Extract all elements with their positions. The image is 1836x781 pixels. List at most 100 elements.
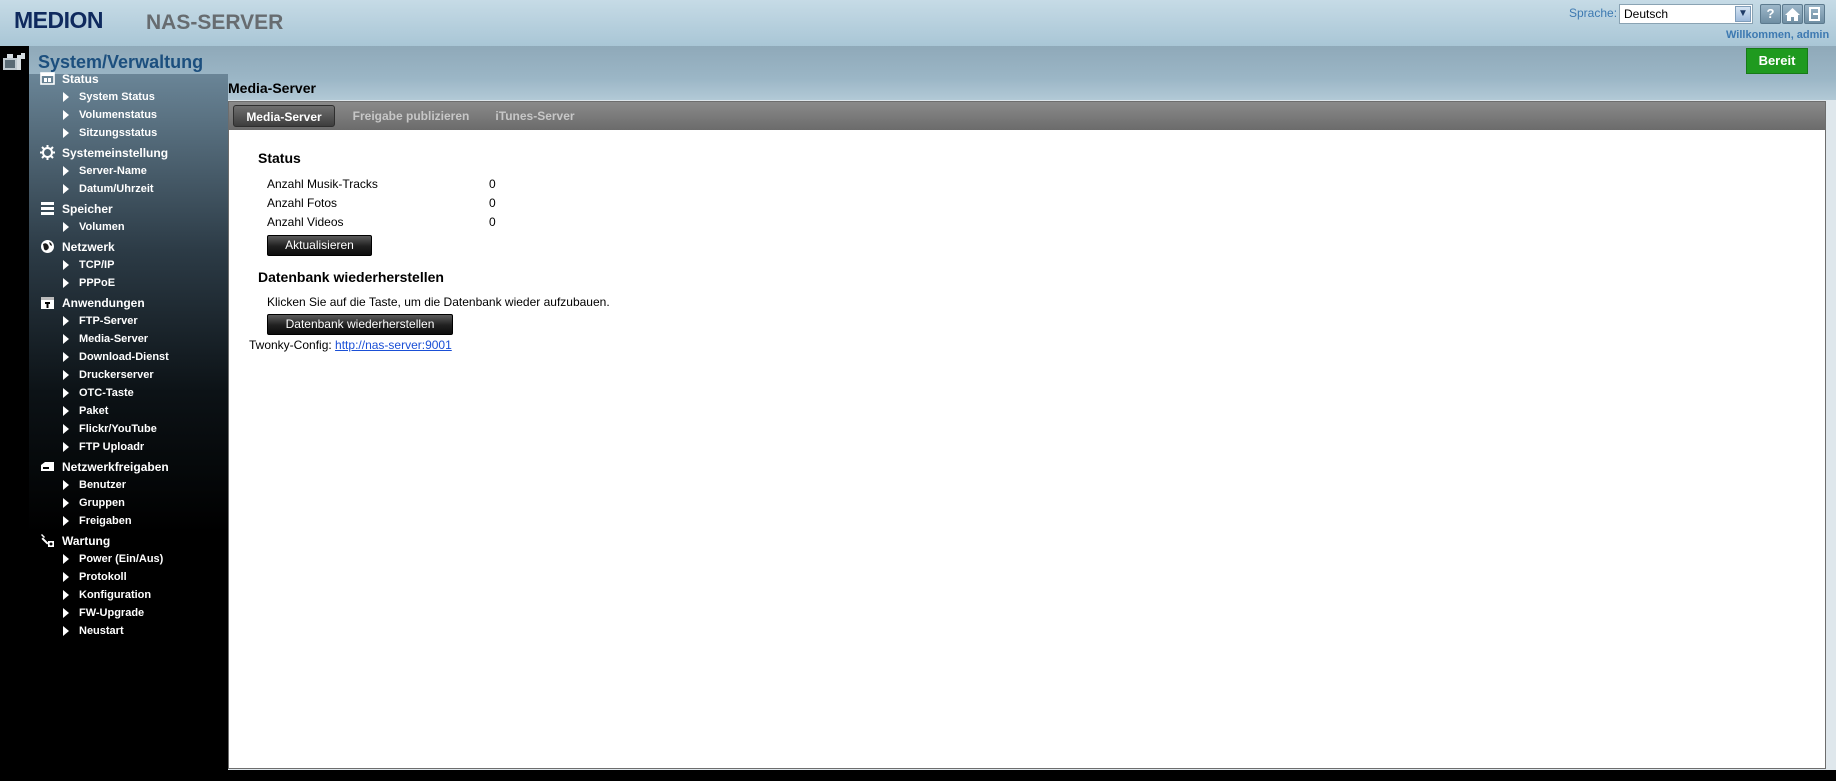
sidebar-section-systemeinstellung[interactable]: Systemeinstellung [29, 142, 228, 162]
section-label: Anwendungen [62, 296, 145, 310]
sidebar-item-freigaben[interactable]: Freigaben [29, 511, 228, 531]
twonky-config-link[interactable]: http://nas-server:9001 [335, 338, 452, 352]
sidebar-item-media-server[interactable]: Media-Server [29, 329, 228, 349]
sidebar-item-paket[interactable]: Paket [29, 401, 228, 421]
arrow-right-icon [63, 334, 69, 344]
sidebar-item-druckerserver[interactable]: Druckerserver [29, 365, 228, 385]
sidebar-section-netzwerk[interactable]: Netzwerk [29, 236, 228, 256]
arrow-right-icon [63, 352, 69, 362]
sidebar-item-label: Freigaben [79, 515, 132, 527]
sidebar-section-status[interactable]: Status [29, 68, 228, 88]
sidebar-item-label: Benutzer [79, 479, 127, 491]
music-tracks-label: Anzahl Musik-Tracks [267, 177, 378, 191]
sidebar-item-protokoll[interactable]: Protokoll [29, 567, 228, 587]
sidebar-item-tcp-ip[interactable]: TCP/IP [29, 255, 228, 275]
sidebar-item-konfiguration[interactable]: Konfiguration [29, 585, 228, 605]
product-name: NAS-SERVER [146, 11, 284, 34]
header-bar: MEDION NAS-SERVER Sprache: Deutsch ▼ ? W… [0, 0, 1836, 46]
sidebar-item-system-status[interactable]: System Status [29, 87, 228, 107]
arrow-right-icon [63, 554, 69, 564]
sidebar-item-label: Power (Ein/Aus) [79, 553, 164, 565]
sidebar-item-server-name[interactable]: Server-Name [29, 161, 228, 181]
storage-icon [41, 202, 54, 215]
section-label: Netzwerk [62, 240, 115, 254]
language-label: Sprache: [1569, 6, 1618, 20]
sidebar-section-wartung[interactable]: Wartung [29, 530, 228, 550]
sidebar-item-label: Gruppen [79, 497, 125, 509]
section-label: Speicher [62, 202, 113, 216]
sidebar-section-netzwerkfreigaben[interactable]: Netzwerkfreigaben [29, 456, 228, 476]
content-area: Media-Server Media-Server Freigabe publi… [228, 80, 1836, 781]
medion-logo: MEDION [14, 7, 104, 33]
sidebar-item-benutzer[interactable]: Benutzer [29, 475, 228, 495]
sidebar-item-fw-upgrade[interactable]: FW-Upgrade [29, 603, 228, 623]
arrow-right-icon [63, 222, 69, 232]
help-icon[interactable]: ? [1760, 4, 1781, 24]
arrow-right-icon [63, 370, 69, 380]
sidebar-item-datum-uhrzeit[interactable]: Datum/Uhrzeit [29, 179, 228, 199]
arrow-right-icon [63, 278, 69, 288]
sidebar-item-ftp-uploadr[interactable]: FTP Uploadr [29, 437, 228, 457]
twonky-config-line: Twonky-Config: http://nas-server:9001 [249, 338, 452, 352]
sidebar-item-power[interactable]: Power (Ein/Aus) [29, 549, 228, 569]
arrow-right-icon [63, 424, 69, 434]
arrow-right-icon [63, 406, 69, 416]
sidebar-item-label: Volumenstatus [79, 109, 158, 121]
arrow-right-icon [63, 498, 69, 508]
sidebar-section-anwendungen[interactable]: Anwendungen [29, 292, 228, 312]
sidebar-item-volumen[interactable]: Volumen [29, 217, 228, 237]
icon-strip [0, 46, 29, 781]
sidebar-item-flickr-youtube[interactable]: Flickr/YouTube [29, 419, 228, 439]
restore-database-button[interactable]: Datenbank wiederherstellen [267, 314, 453, 335]
sidebar-item-label: FTP Uploadr [79, 441, 145, 453]
section-label: Netzwerkfreigaben [62, 460, 169, 474]
tab-itunes-server[interactable]: iTunes-Server [487, 105, 583, 127]
sidebar: Status System Status Volumenstatus Sitzu… [29, 72, 228, 781]
sidebar-item-download-dienst[interactable]: Download-Dienst [29, 347, 228, 367]
sidebar-item-label: Volumen [79, 221, 125, 233]
tab-freigabe-publizieren[interactable]: Freigabe publizieren [347, 105, 475, 127]
sidebar-item-otc-taste[interactable]: OTC-Taste [29, 383, 228, 403]
twonky-config-label: Twonky-Config: [249, 338, 332, 352]
globe-icon [41, 240, 54, 253]
photos-value: 0 [489, 196, 496, 210]
tab-media-server[interactable]: Media-Server [233, 105, 335, 127]
sidebar-item-neustart[interactable]: Neustart [29, 621, 228, 641]
arrow-right-icon [63, 166, 69, 176]
sidebar-item-ftp-server[interactable]: FTP-Server [29, 311, 228, 331]
tab-panel: Media-Server Freigabe publizieren iTunes… [228, 101, 1826, 769]
logout-icon[interactable] [1804, 4, 1825, 24]
tab-body: Status Anzahl Musik-Tracks 0 Anzahl Foto… [229, 130, 1825, 768]
arrow-right-icon [63, 608, 69, 618]
arrow-right-icon [63, 92, 69, 102]
sidebar-item-label: TCP/IP [79, 259, 115, 271]
applications-icon [41, 297, 54, 309]
sidebar-item-label: OTC-Taste [79, 387, 134, 399]
photos-label: Anzahl Fotos [267, 196, 338, 210]
arrow-right-icon [63, 184, 69, 194]
sidebar-item-label: Protokoll [79, 571, 127, 583]
tab-bar: Media-Server Freigabe publizieren iTunes… [229, 102, 1825, 130]
sidebar-item-sitzungsstatus[interactable]: Sitzungsstatus [29, 123, 228, 143]
sidebar-section-speicher[interactable]: Speicher [29, 198, 228, 218]
refresh-button[interactable]: Aktualisieren [267, 235, 372, 256]
home-icon[interactable] [1782, 4, 1803, 24]
bottom-strip [228, 770, 1836, 781]
arrow-right-icon [63, 388, 69, 398]
chevron-down-icon[interactable]: ▼ [1735, 6, 1751, 22]
videos-value: 0 [489, 215, 496, 229]
sidebar-item-pppoe[interactable]: PPPoE [29, 273, 228, 293]
sidebar-item-label: Neustart [79, 625, 124, 637]
sidebar-item-volumenstatus[interactable]: Volumenstatus [29, 105, 228, 125]
sidebar-item-label: FW-Upgrade [79, 607, 145, 619]
ready-status-button[interactable]: Bereit [1746, 48, 1808, 74]
arrow-right-icon [63, 626, 69, 636]
maintenance-icon [41, 534, 54, 547]
sidebar-item-gruppen[interactable]: Gruppen [29, 493, 228, 513]
sidebar-item-label: PPPoE [79, 277, 116, 289]
restore-section-title: Datenbank wiederherstellen [258, 269, 444, 285]
sidebar-item-label: System Status [79, 91, 155, 103]
welcome-text: Willkommen, admin [1726, 29, 1830, 41]
sidebar-item-label: Sitzungsstatus [79, 127, 158, 139]
language-select[interactable]: Deutsch ▼ [1619, 4, 1753, 24]
